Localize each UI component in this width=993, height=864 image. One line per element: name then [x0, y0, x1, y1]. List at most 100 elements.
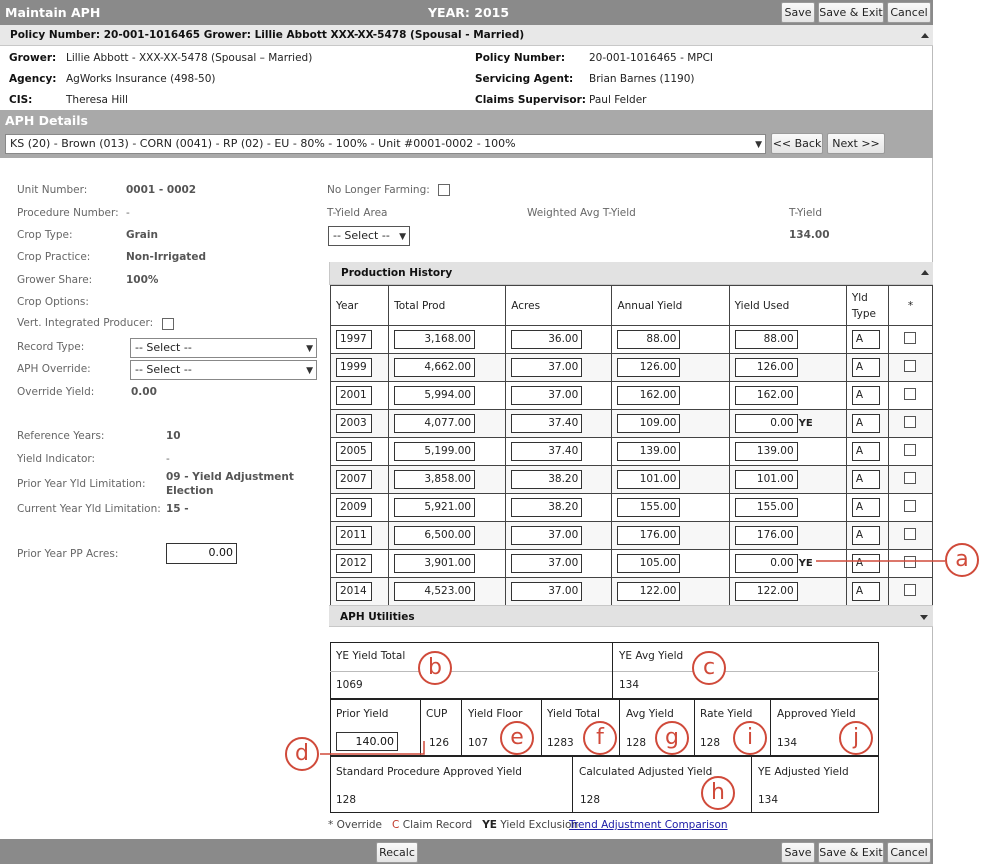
record-type-select[interactable]: -- Select -- ▼: [130, 338, 317, 358]
table-row: 2003 4,077.00 37.40 109.00 0.00 YE A: [329, 409, 934, 438]
annual-yield-cell: 162.00: [611, 381, 730, 410]
year-input[interactable]: 1997: [336, 330, 372, 349]
total-prod-input[interactable]: 4,662.00: [394, 358, 476, 377]
yld-type-input[interactable]: A: [851, 470, 880, 489]
acres-input[interactable]: 38.20: [511, 470, 583, 489]
collapse-up-icon[interactable]: [921, 33, 929, 38]
yld-type-input[interactable]: A: [851, 442, 880, 461]
yield-used-input[interactable]: 122.00: [734, 582, 798, 601]
total-prod-input[interactable]: 6,500.00: [394, 526, 476, 545]
total-prod-input[interactable]: 3,901.00: [394, 554, 476, 573]
yld-type-input[interactable]: A: [851, 386, 880, 405]
yield-used-input[interactable]: 155.00: [734, 498, 798, 517]
acres-input[interactable]: 37.00: [511, 526, 583, 545]
record-type-label: Record Type:: [17, 341, 85, 353]
acres-input[interactable]: 37.00: [511, 554, 583, 573]
row-checkbox[interactable]: [904, 472, 917, 484]
annual-yield-input[interactable]: 126.00: [617, 358, 681, 377]
year-input[interactable]: 2005: [336, 442, 372, 461]
total-prod-input[interactable]: 5,199.00: [394, 442, 476, 461]
year-input[interactable]: 2003: [336, 414, 372, 433]
yld-type-input[interactable]: A: [851, 414, 880, 433]
trend-adjustment-link[interactable]: Trend Adjustment Comparison: [569, 819, 728, 831]
save-button[interactable]: Save: [781, 2, 815, 23]
annual-yield-input[interactable]: 88.00: [617, 330, 681, 349]
yield-used-input[interactable]: 162.00: [734, 386, 798, 405]
row-checkbox[interactable]: [904, 528, 917, 540]
acres-input[interactable]: 36.00: [511, 330, 583, 349]
acres-input[interactable]: 37.40: [511, 442, 583, 461]
app-title: Maintain APH: [5, 5, 101, 20]
yield-used-input[interactable]: 0.00: [734, 414, 798, 433]
yld-type-input[interactable]: A: [851, 498, 880, 517]
year-input[interactable]: 2011: [336, 526, 372, 545]
yld-type-input[interactable]: A: [851, 582, 880, 601]
unit-select[interactable]: KS (20) - Brown (013) - CORN (0041) - RP…: [5, 134, 766, 154]
expand-down-icon[interactable]: [920, 615, 928, 620]
t-yield-area-select[interactable]: -- Select -- ▼: [328, 226, 410, 246]
yld-type-input[interactable]: A: [851, 526, 880, 545]
save-exit-button[interactable]: Save & Exit: [818, 2, 884, 23]
back-button[interactable]: << Back: [771, 133, 823, 154]
annual-yield-input[interactable]: 155.00: [617, 498, 681, 517]
prior-yield-input[interactable]: 140.00: [336, 732, 398, 751]
row-checkbox[interactable]: [904, 556, 917, 568]
yield-used-input[interactable]: 88.00: [734, 330, 798, 349]
no-longer-farming-checkbox[interactable]: [438, 184, 450, 196]
total-prod-input[interactable]: 4,077.00: [394, 414, 476, 433]
yld-type-input[interactable]: A: [851, 358, 880, 377]
year-input[interactable]: 2001: [336, 386, 372, 405]
year-input[interactable]: 2007: [336, 470, 372, 489]
cancel-button[interactable]: Cancel: [887, 2, 931, 23]
total-prod-input[interactable]: 4,523.00: [394, 582, 476, 601]
annual-yield-input[interactable]: 122.00: [617, 582, 681, 601]
yield-used-input[interactable]: 176.00: [734, 526, 798, 545]
acres-input[interactable]: 37.00: [511, 358, 583, 377]
total-prod-input[interactable]: 5,921.00: [394, 498, 476, 517]
acres-input[interactable]: 38.20: [511, 498, 583, 517]
row-checkbox[interactable]: [904, 444, 917, 456]
row-checkbox[interactable]: [904, 584, 917, 596]
collapse-up-icon[interactable]: [921, 270, 929, 275]
year-input[interactable]: 2009: [336, 498, 372, 517]
prior-pp-acres-input[interactable]: 0.00: [166, 543, 237, 564]
acres-input[interactable]: 37.40: [511, 414, 583, 433]
annual-yield-input[interactable]: 105.00: [617, 554, 681, 573]
year-input[interactable]: 2014: [336, 582, 372, 601]
next-button[interactable]: Next >>: [827, 133, 885, 154]
aph-utilities-header[interactable]: APH Utilities: [329, 605, 933, 627]
row-checkbox[interactable]: [904, 416, 917, 428]
total-prod-input[interactable]: 5,994.00: [394, 386, 476, 405]
row-checkbox[interactable]: [904, 500, 917, 512]
row-checkbox[interactable]: [904, 360, 917, 372]
vert-integrated-checkbox[interactable]: [162, 318, 174, 330]
cancel-button[interactable]: Cancel: [887, 842, 931, 863]
yield-used-input[interactable]: 101.00: [734, 470, 798, 489]
annual-yield-input[interactable]: 109.00: [617, 414, 681, 433]
year-input[interactable]: 1999: [336, 358, 372, 377]
year-input[interactable]: 2012: [336, 554, 372, 573]
yield-used-input[interactable]: 0.00: [734, 554, 798, 573]
yield-used-input[interactable]: 126.00: [734, 358, 798, 377]
recalc-button[interactable]: Recalc: [376, 842, 418, 863]
row-checkbox[interactable]: [904, 388, 917, 400]
row-checkbox[interactable]: [904, 332, 917, 344]
save-button[interactable]: Save: [781, 842, 815, 863]
total-prod-input[interactable]: 3,858.00: [394, 470, 476, 489]
yld-type-input[interactable]: A: [851, 554, 880, 573]
acres-input[interactable]: 37.00: [511, 386, 583, 405]
annual-yield-input[interactable]: 139.00: [617, 442, 681, 461]
yield-used-input[interactable]: 139.00: [734, 442, 798, 461]
aph-override-select[interactable]: -- Select -- ▼: [130, 360, 317, 380]
save-exit-button[interactable]: Save & Exit: [818, 842, 884, 863]
policy-header[interactable]: Policy Number: 20-001-1016465 Grower: Li…: [0, 25, 933, 46]
total-prod-input[interactable]: 3,168.00: [394, 330, 476, 349]
annual-yield-input[interactable]: 176.00: [617, 526, 681, 545]
acres-input[interactable]: 37.00: [511, 582, 583, 601]
yield-used-cell: 176.00: [728, 521, 847, 550]
annual-yield-input[interactable]: 162.00: [617, 386, 681, 405]
yld-type-input[interactable]: A: [851, 330, 880, 349]
annual-yield-input[interactable]: 101.00: [617, 470, 681, 489]
star-cell: [887, 521, 934, 550]
production-history-header[interactable]: Production History: [329, 262, 933, 285]
